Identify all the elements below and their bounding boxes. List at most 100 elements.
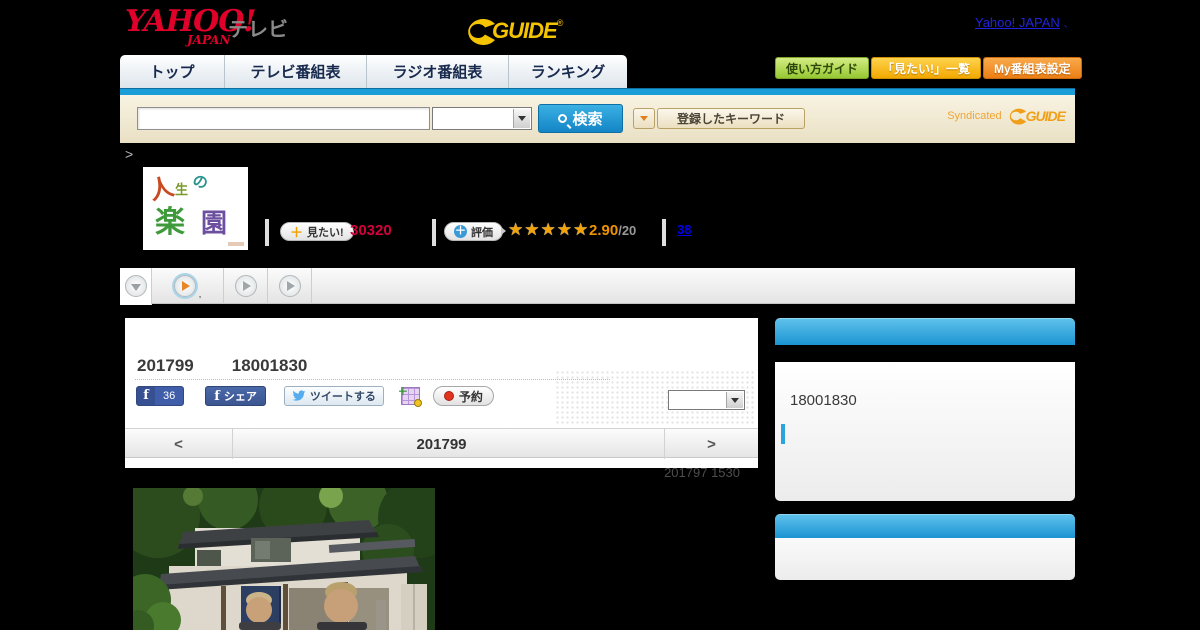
review-count-link[interactable]: 38: [677, 222, 691, 237]
service-name-tv: テレビ: [228, 19, 288, 41]
episode-panel: 201799 18001830 f 36 f シェア ツイートする ＋ 予約 2…: [125, 318, 758, 468]
facebook-like-count: 36: [163, 390, 176, 402]
dotted-divider: [135, 379, 610, 380]
syndicated-label: Syndicated: [947, 110, 1002, 122]
facebook-like-button[interactable]: f 36: [136, 386, 185, 406]
registered-keywords-label: 登録したキーワード: [676, 112, 785, 126]
sidebar-box-secondary: [775, 514, 1075, 580]
tab-mark: ,: [198, 289, 202, 299]
plus-icon: ＋: [290, 225, 304, 240]
quick-buttons: 使い方ガイド 「見たい!」一覧 My番組表設定: [775, 57, 1082, 79]
mitai-count: 30320: [350, 222, 392, 239]
header: YAHOO! JAPAN テレビ GUIDE ®: [125, 7, 825, 49]
mitai-button[interactable]: ＋ 見たい!: [280, 222, 354, 241]
search-category-select[interactable]: [432, 107, 532, 130]
nav-tab-tv-listings[interactable]: テレビ番組表: [225, 55, 367, 88]
search-icon: [558, 114, 572, 129]
top-right-links: Yahoo! JAPAN、: [975, 14, 1073, 32]
nav-tab-radio-label: ラジオ番組表: [392, 64, 483, 81]
plus-icon: ＋: [397, 387, 408, 398]
nav-tab-top[interactable]: トップ: [120, 55, 225, 88]
pager-next-button[interactable]: >: [664, 429, 758, 459]
logo-caption: [228, 242, 244, 246]
deadline-text: 201797 1530: [664, 465, 740, 480]
tab-video-3[interactable]: [268, 268, 312, 304]
nav-tab-tv-label: テレビ番組表: [250, 64, 341, 81]
reserve-button[interactable]: 予約: [432, 386, 494, 406]
play-icon: [242, 281, 251, 291]
mitai-list-button[interactable]: 「見たい!」一覧: [871, 57, 982, 79]
episode-select-value: [669, 393, 673, 407]
chevron-down-icon: [640, 116, 648, 121]
add-to-my-listings-icon[interactable]: ＋: [398, 387, 422, 407]
gguide-logo-text: GUIDE: [492, 18, 558, 43]
mitai-button-label: 見たい!: [307, 226, 344, 239]
program-photo: [133, 488, 435, 630]
rating-score-wrap: 2.90/20: [589, 222, 636, 240]
plus-icon: ＋: [454, 225, 467, 238]
rating-denominator: /20: [618, 223, 637, 238]
sidebar-box1-header: [775, 318, 1075, 345]
episode-time: 18001830: [231, 356, 308, 375]
facebook-icon: f: [214, 388, 220, 404]
program-logo[interactable]: 人 生 の 楽 園: [143, 167, 248, 250]
rating-score: 2.90: [589, 222, 619, 239]
tab-video-1[interactable]: ,: [152, 268, 224, 304]
logo-char-en: 園: [201, 209, 228, 239]
pager-prev-button[interactable]: <: [125, 429, 233, 459]
yahoo-logo[interactable]: YAHOO! JAPAN テレビ GUIDE ®: [125, 7, 825, 48]
yahoo-japan-link[interactable]: Yahoo! JAPAN: [975, 15, 1060, 30]
registered-keywords-button[interactable]: 登録したキーワード: [657, 108, 805, 129]
syndicated-gguide: Syndicated GUIDE: [947, 107, 1066, 125]
episode-select[interactable]: [668, 390, 745, 410]
nav-tab-ranking[interactable]: ランキング: [509, 55, 627, 88]
gguide-swoosh-icon: [1009, 108, 1026, 125]
tab-overview[interactable]: [120, 268, 152, 305]
tweet-button[interactable]: ツイートする: [283, 386, 384, 406]
tab-video-2[interactable]: [224, 268, 268, 304]
record-icon: [443, 391, 454, 401]
social-buttons: f 36 f シェア ツイートする ＋ 予約: [136, 386, 494, 407]
list-bullet: [781, 424, 785, 444]
episode-title: 201799 18001830: [137, 356, 307, 376]
facebook-icon: f: [137, 387, 155, 405]
usage-guide-label: 使い方ガイド: [786, 61, 859, 76]
play-icon: [181, 281, 190, 291]
nav-tab-radio-listings[interactable]: ラジオ番組表: [367, 55, 509, 88]
circle-icon: [124, 275, 147, 297]
usage-guide-button[interactable]: 使い方ガイド: [775, 57, 870, 79]
nav-tab-top-label: トップ: [149, 64, 195, 81]
chevron-down-icon: [518, 116, 526, 121]
reserve-label: 予約: [458, 389, 483, 404]
separator: [662, 219, 666, 246]
circle-icon: [278, 275, 301, 297]
my-listings-settings-button[interactable]: My番組表設定: [983, 57, 1082, 79]
sidebar-box2-body: [775, 538, 1075, 580]
rate-button-label: 評価: [471, 226, 493, 239]
episode-pager: 201799 < >: [125, 428, 758, 459]
yahoo-logo-japan: JAPAN: [187, 33, 231, 47]
chevron-down-icon: [130, 283, 141, 291]
gguide-logo: GUIDE ®: [462, 17, 563, 45]
search-button[interactable]: 検索: [538, 104, 623, 133]
keyword-dropdown-button[interactable]: [633, 108, 655, 129]
main-nav: トップ テレビ番組表 ラジオ番組表 ランキング: [120, 55, 627, 88]
circle-icon: [173, 275, 196, 297]
breadcrumb: >: [125, 146, 134, 162]
search-bar: 検索 登録したキーワード Syndicated GUIDE: [120, 95, 1075, 143]
sidebar-box1-text: 18001830: [790, 392, 857, 409]
episode-date: 201799: [137, 356, 194, 375]
logo-char-raku: 楽: [155, 205, 185, 240]
nav-tab-ranking-label: ランキング: [530, 64, 606, 81]
facebook-share-label: シェア: [223, 391, 257, 403]
facebook-share-button[interactable]: f シェア: [205, 386, 266, 406]
content-tabs: ,: [120, 268, 1075, 305]
twitter-bird-icon: [292, 390, 306, 401]
sidebar-box2-header: [775, 514, 1075, 538]
tabstrip-spacer: [312, 268, 1075, 304]
gguide-reg-mark: ®: [556, 18, 564, 28]
sidebar-box1-body: 18001830: [775, 362, 1075, 501]
search-input[interactable]: [137, 107, 430, 130]
separator: [265, 219, 269, 246]
rate-button[interactable]: ＋ 評価: [444, 222, 503, 241]
